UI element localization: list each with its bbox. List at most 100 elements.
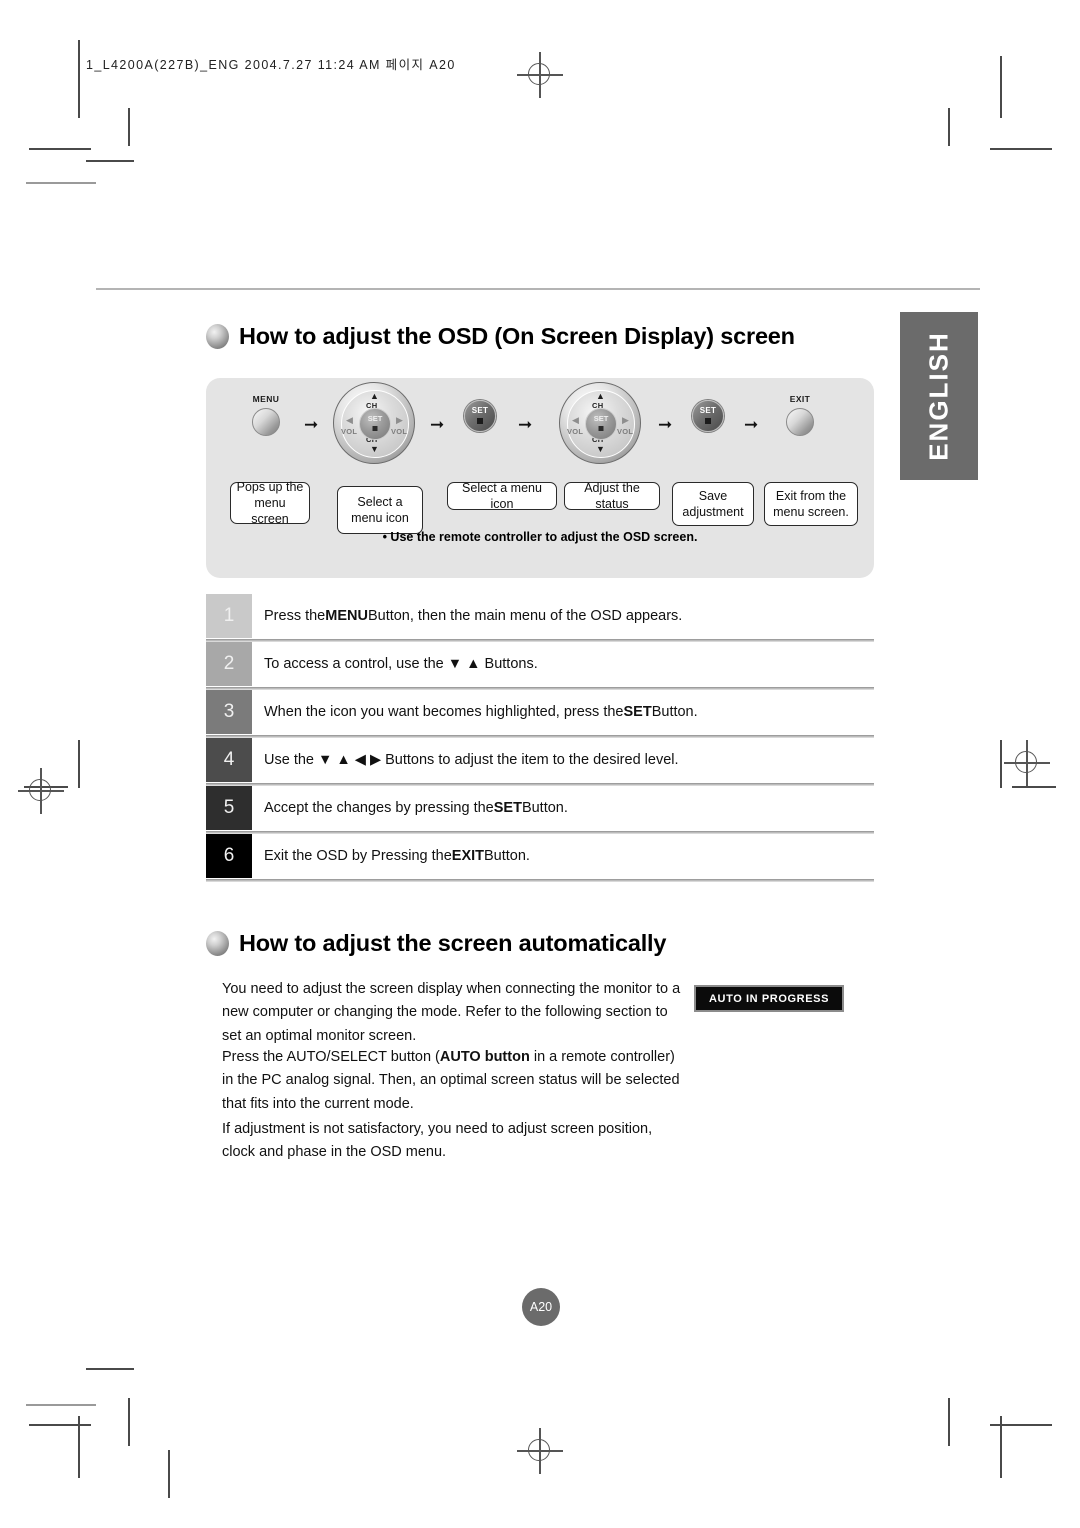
set-button-2[interactable]: SET <box>692 400 724 432</box>
dpad-center-set-button[interactable]: SET <box>585 408 617 440</box>
dpad-center-label: SET <box>593 414 609 423</box>
crop-mark <box>26 1404 96 1406</box>
step-text-pre: When the icon you want becomes highlight… <box>264 704 624 720</box>
step-separator <box>206 879 874 882</box>
dpad-2-group: ▲ CH ▼ CH ◀ VOL ▶ VOL SET <box>559 382 643 466</box>
table-row: 2 To access a control, use the ▼ ▲ Butto… <box>206 642 874 690</box>
table-row: 6 Exit the OSD by Pressing the EXIT Butt… <box>206 834 874 882</box>
crop-mark <box>948 1398 950 1446</box>
menu-button-group: MENU <box>240 394 292 448</box>
callout-pops-up-menu: Pops up the menu screen <box>230 480 310 526</box>
step-number-3: 3 <box>206 690 252 734</box>
remote-control-diagram: MENU ➞ ▲ CH ▼ CH ◀ VOL ▶ VOL SET ➞ SET ➞ <box>206 378 874 578</box>
step-text-pre: Exit the OSD by Pressing the <box>264 848 452 864</box>
step-number-5: 5 <box>206 786 252 830</box>
dpad-center-square-icon <box>372 426 378 431</box>
step-number-6: 6 <box>206 834 252 878</box>
callout-adjust-status: Adjust the status <box>564 481 660 511</box>
dpad-1[interactable]: ▲ CH ▼ CH ◀ VOL ▶ VOL SET <box>333 382 415 464</box>
dpad-right-label: VOL <box>391 427 408 436</box>
flow-arrow-2: ➞ <box>430 415 444 434</box>
crop-mark <box>86 1368 134 1370</box>
dpad-center-square-icon <box>598 426 604 431</box>
diagram-note: • Use the remote controller to adjust th… <box>382 530 698 544</box>
callout-save-adjustment: Save adjustment <box>672 482 754 526</box>
set-button-square-icon <box>477 418 483 424</box>
auto-paragraph-2-bold: AUTO button <box>439 1049 530 1065</box>
step-text-post: Button. <box>651 704 698 720</box>
step-text-pre: Accept the changes by pressing the <box>264 800 494 816</box>
registration-mark-left <box>18 768 64 814</box>
callout-select-menu-icon-1: Select a menu icon <box>337 486 423 534</box>
set-button-1-group: SET <box>460 400 500 440</box>
flow-arrow-3: ➞ <box>518 415 532 434</box>
crop-mark <box>78 40 80 88</box>
step-text-pre: Press the <box>264 608 326 624</box>
callout-select-menu-icon-2: Select a menu icon <box>447 481 557 511</box>
table-row: 1 Press the MENU Button, then the main m… <box>206 594 874 642</box>
osd-steps-list: 1 Press the MENU Button, then the main m… <box>206 594 874 882</box>
dpad-center-label: SET <box>367 414 383 423</box>
flow-arrow-5: ➞ <box>744 415 758 434</box>
crop-mark <box>990 148 1052 150</box>
step-text-bold: SET <box>493 800 522 816</box>
auto-paragraph-3: If adjustment is not satisfactory, you n… <box>222 1121 653 1161</box>
step-text-1: Press the MENU Button, then the main men… <box>264 594 682 638</box>
crop-mark <box>86 160 134 162</box>
step-text-bold: MENU <box>325 608 368 624</box>
step-text-bold: SET <box>623 704 652 720</box>
dpad-right-arrow-icon[interactable]: ▶ <box>622 416 629 425</box>
crop-mark <box>948 108 950 146</box>
dpad-left-arrow-icon[interactable]: ◀ <box>572 416 579 425</box>
step-number-1: 1 <box>206 594 252 638</box>
print-slug: 1_L4200A(227B)_ENG 2004.7.27 11:24 AM 페이… <box>86 58 456 72</box>
step-text-4: Use the ▼ ▲ ◀ ▶ Buttons to adjust the it… <box>264 738 679 782</box>
crop-mark <box>128 1398 130 1446</box>
step-text-6: Exit the OSD by Pressing the EXIT Button… <box>264 834 530 878</box>
exit-button[interactable] <box>786 408 814 436</box>
step-text-pre: Use the ▼ ▲ ◀ ▶ Buttons to adjust the it… <box>264 752 679 768</box>
dpad-down-arrow-icon[interactable]: ▼ <box>596 445 605 454</box>
set-button-2-group: SET <box>688 400 728 440</box>
crop-mark <box>128 108 130 146</box>
dpad-1-group: ▲ CH ▼ CH ◀ VOL ▶ VOL SET <box>333 382 417 466</box>
page-title-osd-label: How to adjust the OSD (On Screen Display… <box>239 323 795 349</box>
set-button-square-icon <box>705 418 711 424</box>
menu-button[interactable] <box>252 408 280 436</box>
crop-mark <box>1000 1416 1002 1478</box>
set-button-1[interactable]: SET <box>464 400 496 432</box>
callout-exit-menu-screen: Exit from the menu screen. <box>764 482 858 526</box>
page-number: A20 <box>522 1288 560 1326</box>
step-text-3: When the icon you want becomes highlight… <box>264 690 698 734</box>
bullet-sphere-icon <box>206 931 229 956</box>
language-tab-label: ENGLISH <box>923 331 954 461</box>
registration-mark-right <box>1004 740 1050 786</box>
auto-paragraph-2: Press the AUTO/SELECT button (AUTO butto… <box>222 1046 682 1116</box>
dpad-2[interactable]: ▲ CH ▼ CH ◀ VOL ▶ VOL SET <box>559 382 641 464</box>
crop-mark <box>1012 786 1056 788</box>
registration-mark-top <box>517 52 563 98</box>
step-number-4: 4 <box>206 738 252 782</box>
registration-mark-bottom <box>517 1428 563 1474</box>
dpad-up-arrow-icon[interactable]: ▲ <box>370 392 379 401</box>
step-text-post: Button, then the main menu of the OSD ap… <box>367 608 683 624</box>
dpad-down-arrow-icon[interactable]: ▼ <box>370 445 379 454</box>
flow-arrow-4: ➞ <box>658 415 672 434</box>
crop-mark <box>29 1424 91 1426</box>
step-text-5: Accept the changes by pressing the SET B… <box>264 786 568 830</box>
dpad-left-arrow-icon[interactable]: ◀ <box>346 416 353 425</box>
step-text-post: Button. <box>521 800 568 816</box>
dpad-up-arrow-icon[interactable]: ▲ <box>596 392 605 401</box>
bullet-sphere-icon <box>206 324 229 349</box>
menu-button-label: MENU <box>252 394 280 404</box>
auto-paragraph-1: You need to adjust the screen display wh… <box>222 981 681 1044</box>
dpad-center-set-button[interactable]: SET <box>359 408 391 440</box>
crop-mark <box>78 740 80 788</box>
step-text-post: Button. <box>484 848 530 864</box>
crop-mark <box>26 182 96 184</box>
table-row: 4 Use the ▼ ▲ ◀ ▶ Buttons to adjust the … <box>206 738 874 786</box>
dpad-right-arrow-icon[interactable]: ▶ <box>396 416 403 425</box>
flow-arrow-1: ➞ <box>304 415 318 434</box>
step-text-pre: To access a control, use the ▼ ▲ Buttons… <box>264 656 538 672</box>
set-button-1-label: SET <box>471 406 489 415</box>
